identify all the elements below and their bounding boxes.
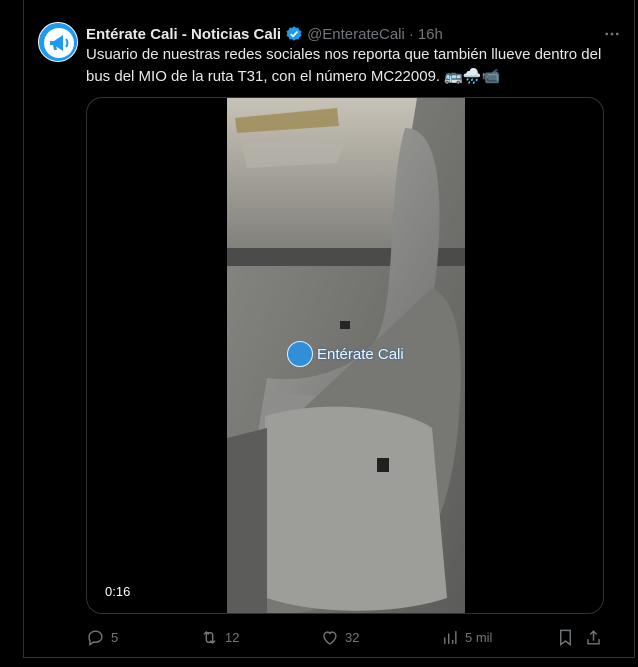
more-options-icon[interactable] <box>602 24 622 44</box>
tweet-text: Usuario de nuestras redes sociales nos r… <box>86 46 602 85</box>
handle[interactable]: @EnterateCali <box>307 26 405 43</box>
reply-count: 5 <box>111 629 119 645</box>
share-icon <box>587 629 600 645</box>
watermark-logo-icon <box>287 341 313 367</box>
views-button[interactable]: 5 mil <box>440 624 492 650</box>
tweet-card[interactable]: Entérate Cali - Noticias Cali @EnterateC… <box>23 0 635 658</box>
video-player[interactable]: Entérate Cali <box>227 98 465 613</box>
like-button[interactable]: 32 <box>320 624 359 650</box>
megaphone-icon <box>39 23 77 61</box>
repost-icon <box>203 630 216 644</box>
heart-icon <box>323 630 337 645</box>
avatar[interactable] <box>38 22 78 62</box>
like-count: 32 <box>345 629 360 645</box>
views-chart-icon <box>444 630 457 644</box>
video-duration: 0:16 <box>105 584 131 599</box>
watermark-text: Entérate Cali <box>317 345 404 363</box>
display-name[interactable]: Entérate Cali - Noticias Cali <box>86 26 281 43</box>
separator-dot: · <box>408 25 414 43</box>
reply-button[interactable]: 5 <box>86 624 118 650</box>
tweet-header: Entérate Cali - Noticias Cali @EnterateC… <box>86 24 622 44</box>
share-button[interactable] <box>584 624 603 650</box>
watermark: Entérate Cali <box>287 341 405 367</box>
repost-count: 12 <box>225 629 240 645</box>
video-container[interactable]: Entérate Cali 0:16 <box>86 97 604 614</box>
repost-button[interactable]: 12 <box>200 624 239 650</box>
verified-badge-icon[interactable] <box>285 25 303 43</box>
reply-icon <box>88 629 103 646</box>
view-count: 5 mil <box>465 629 493 645</box>
action-bar: 5 12 32 5 mil <box>86 624 604 650</box>
bookmark-icon <box>560 629 571 646</box>
bookmark-button[interactable] <box>556 624 575 650</box>
timestamp[interactable]: 16h <box>418 26 443 43</box>
